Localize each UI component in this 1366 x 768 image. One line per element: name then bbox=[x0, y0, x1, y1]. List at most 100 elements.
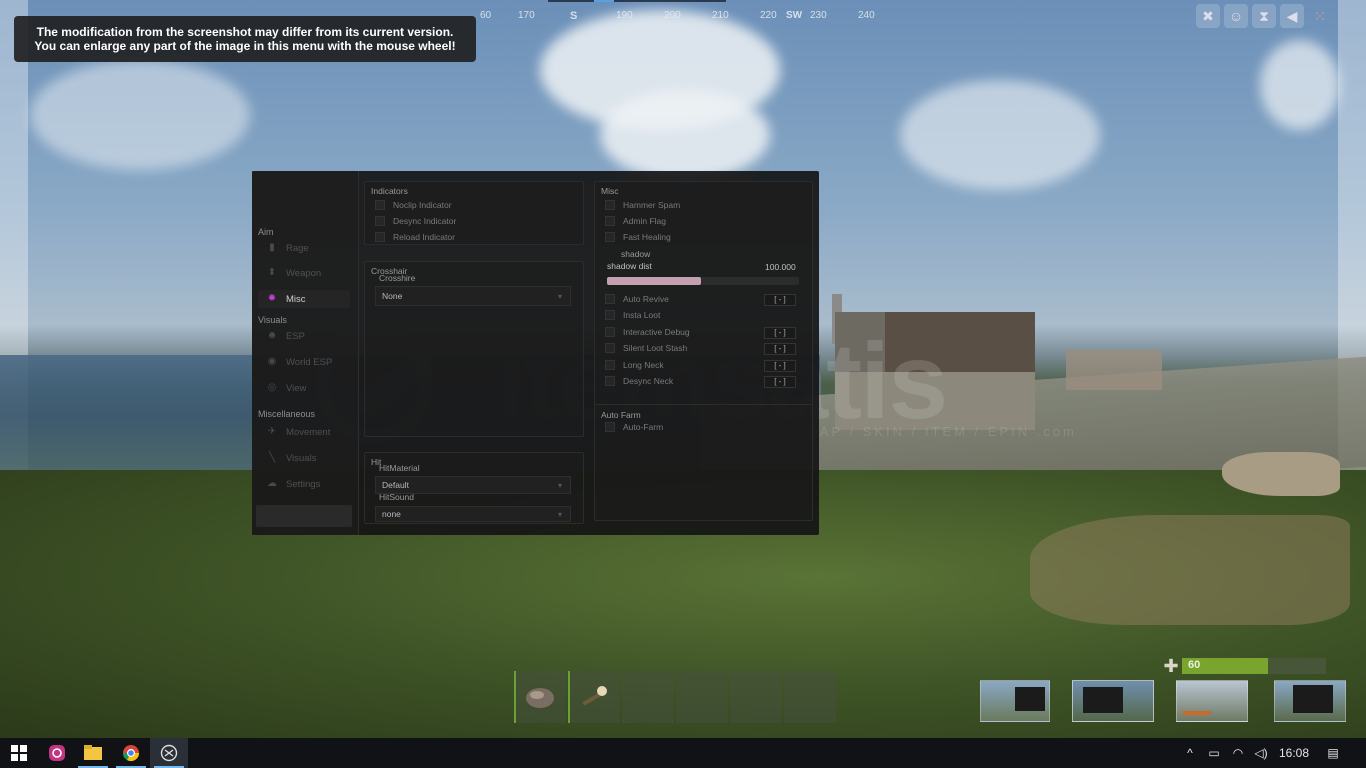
checkbox-row[interactable]: Interactive Debug bbox=[605, 325, 690, 339]
notifications-icon[interactable]: ▤ bbox=[1320, 738, 1346, 768]
config-button[interactable] bbox=[256, 505, 352, 527]
taskbar-app-explorer[interactable] bbox=[74, 738, 112, 768]
hotbar-slot[interactable] bbox=[730, 671, 782, 723]
nav-view[interactable]: ◎ View bbox=[258, 379, 350, 397]
checkbox-row[interactable]: Fast Healing bbox=[605, 230, 671, 244]
checkbox[interactable] bbox=[375, 200, 385, 210]
checkbox[interactable] bbox=[605, 376, 615, 386]
preview-thumbnail[interactable] bbox=[1176, 680, 1248, 722]
crosshair-dropdown[interactable]: None ▾ bbox=[375, 286, 571, 306]
checkbox-row[interactable]: Auto Revive bbox=[605, 292, 669, 306]
health-value: 60 bbox=[1188, 659, 1201, 671]
preview-thumbnail[interactable] bbox=[980, 680, 1050, 722]
nav-label: Misc bbox=[286, 293, 306, 305]
stone-building bbox=[835, 312, 1035, 430]
nav-settings[interactable]: ☁ Settings bbox=[258, 475, 350, 493]
hotbar-slot[interactable] bbox=[784, 671, 836, 723]
nav-esp[interactable]: ☻ ESP bbox=[258, 327, 350, 345]
slider-label: shadow dist bbox=[607, 261, 652, 271]
checkbox[interactable] bbox=[605, 310, 615, 320]
windows-icon bbox=[11, 745, 27, 761]
nav-weapon[interactable]: ⬍ Weapon bbox=[258, 264, 350, 282]
taskbar-app-chrome[interactable] bbox=[112, 738, 150, 768]
checkbox[interactable] bbox=[605, 216, 615, 226]
cloud bbox=[30, 60, 250, 170]
checkbox[interactable] bbox=[605, 294, 615, 304]
checkbox[interactable] bbox=[375, 216, 385, 226]
field-label: HitMaterial bbox=[379, 463, 420, 473]
field-label: shadow bbox=[621, 249, 651, 259]
nav-misc[interactable]: ✹ Misc bbox=[258, 290, 350, 308]
hotbar-slot[interactable] bbox=[622, 671, 674, 723]
indicators-panel: Indicators Noclip Indicator Desync Indic… bbox=[364, 181, 584, 245]
section-label: Visuals bbox=[258, 315, 287, 325]
checkbox-row[interactable]: Insta Loot bbox=[605, 308, 660, 322]
checkbox[interactable] bbox=[605, 360, 615, 370]
checkbox[interactable] bbox=[605, 327, 615, 337]
team-icon: ☺ bbox=[1224, 4, 1248, 28]
preview-thumbnail-active[interactable] bbox=[1072, 680, 1154, 722]
taskbar-app-instagram[interactable] bbox=[38, 738, 76, 768]
checkbox[interactable] bbox=[375, 232, 385, 242]
preview-thumbnail[interactable] bbox=[1274, 680, 1346, 722]
wifi-icon[interactable]: ◠ bbox=[1228, 738, 1248, 768]
chevron-up-icon[interactable]: ^ bbox=[1180, 738, 1200, 768]
app-icon bbox=[160, 744, 178, 762]
instagram-icon bbox=[49, 745, 65, 761]
checkbox-row[interactable]: Desync Neck bbox=[605, 374, 673, 388]
checkbox[interactable] bbox=[605, 422, 615, 432]
keybind-button[interactable]: [ - ] bbox=[764, 343, 796, 355]
brush-icon: ╲ bbox=[268, 452, 276, 463]
checkbox-label: Long Neck bbox=[623, 360, 664, 370]
torch-item-icon bbox=[582, 686, 607, 706]
checkbox-row[interactable]: Noclip Indicator bbox=[375, 198, 452, 212]
hotbar-slot[interactable] bbox=[676, 671, 728, 723]
checkbox[interactable] bbox=[605, 232, 615, 242]
menu-sidebar: Aim ▮ Rage ⬍ Weapon ✹ Misc Visuals ☻ ESP ◉ Wo… bbox=[252, 171, 359, 535]
checkbox-label: Hammer Spam bbox=[623, 200, 681, 210]
hourglass-icon: ⧗ bbox=[1252, 4, 1276, 28]
cloud bbox=[600, 90, 770, 180]
compass-label: 210 bbox=[712, 10, 729, 21]
hit-sound-dropdown[interactable]: none ▾ bbox=[375, 506, 571, 522]
keybind-button[interactable]: [ - ] bbox=[764, 360, 796, 372]
checkbox-row[interactable]: Auto-Farm bbox=[605, 420, 663, 434]
status-icons: ✖ ☺ ⧗ ◀ ⁙ bbox=[1196, 4, 1336, 30]
nav-label: Settings bbox=[286, 478, 321, 490]
notice-line: The modification from the screenshot may… bbox=[36, 25, 454, 39]
rage-icon: ▮ bbox=[269, 242, 275, 253]
checkbox-row[interactable]: Desync Indicator bbox=[375, 214, 456, 228]
compass-bar bbox=[548, 0, 726, 2]
checkbox-row[interactable]: Long Neck bbox=[605, 358, 664, 372]
taskbar-app-active[interactable] bbox=[150, 738, 188, 768]
nav-movement[interactable]: ✈ Movement bbox=[258, 423, 350, 441]
radiation-icon: ✖ bbox=[1196, 4, 1220, 28]
chevron-down-icon: ▾ bbox=[557, 509, 562, 519]
keybind-button[interactable]: [ - ] bbox=[764, 376, 796, 388]
start-button[interactable] bbox=[0, 738, 38, 768]
checkbox-row[interactable]: Admin Flag bbox=[605, 214, 666, 228]
keybind-button[interactable]: [ - ] bbox=[764, 294, 796, 306]
shadow-dist-slider[interactable] bbox=[607, 277, 799, 285]
clock[interactable]: 16:08 bbox=[1274, 738, 1314, 768]
hotbar-slot[interactable] bbox=[514, 671, 566, 723]
cheat-menu: Aim ▮ Rage ⬍ Weapon ✹ Misc Visuals ☻ ESP ◉ Wo… bbox=[252, 171, 819, 535]
nav-rage[interactable]: ▮ Rage bbox=[258, 239, 350, 257]
battery-icon[interactable]: ▭ bbox=[1204, 738, 1224, 768]
hotbar-slot[interactable] bbox=[568, 671, 620, 723]
nav-label: View bbox=[286, 382, 307, 394]
checkbox[interactable] bbox=[605, 200, 615, 210]
checkbox-label: Auto Revive bbox=[623, 294, 669, 304]
compass-label: 200 bbox=[664, 10, 681, 21]
dropdown-value: none bbox=[382, 509, 401, 519]
compass-label: 170 bbox=[518, 10, 535, 21]
checkbox-row[interactable]: Reload Indicator bbox=[375, 230, 455, 244]
checkbox-row[interactable]: Silent Loot Stash bbox=[605, 341, 687, 355]
nav-visuals[interactable]: ╲ Visuals bbox=[258, 449, 350, 467]
hotbar bbox=[514, 671, 838, 723]
nav-world-esp[interactable]: ◉ World ESP bbox=[258, 353, 350, 371]
checkbox[interactable] bbox=[605, 343, 615, 353]
keybind-button[interactable]: [ - ] bbox=[764, 327, 796, 339]
volume-icon[interactable]: ◁) bbox=[1251, 738, 1271, 768]
checkbox-row[interactable]: Hammer Spam bbox=[605, 198, 680, 212]
